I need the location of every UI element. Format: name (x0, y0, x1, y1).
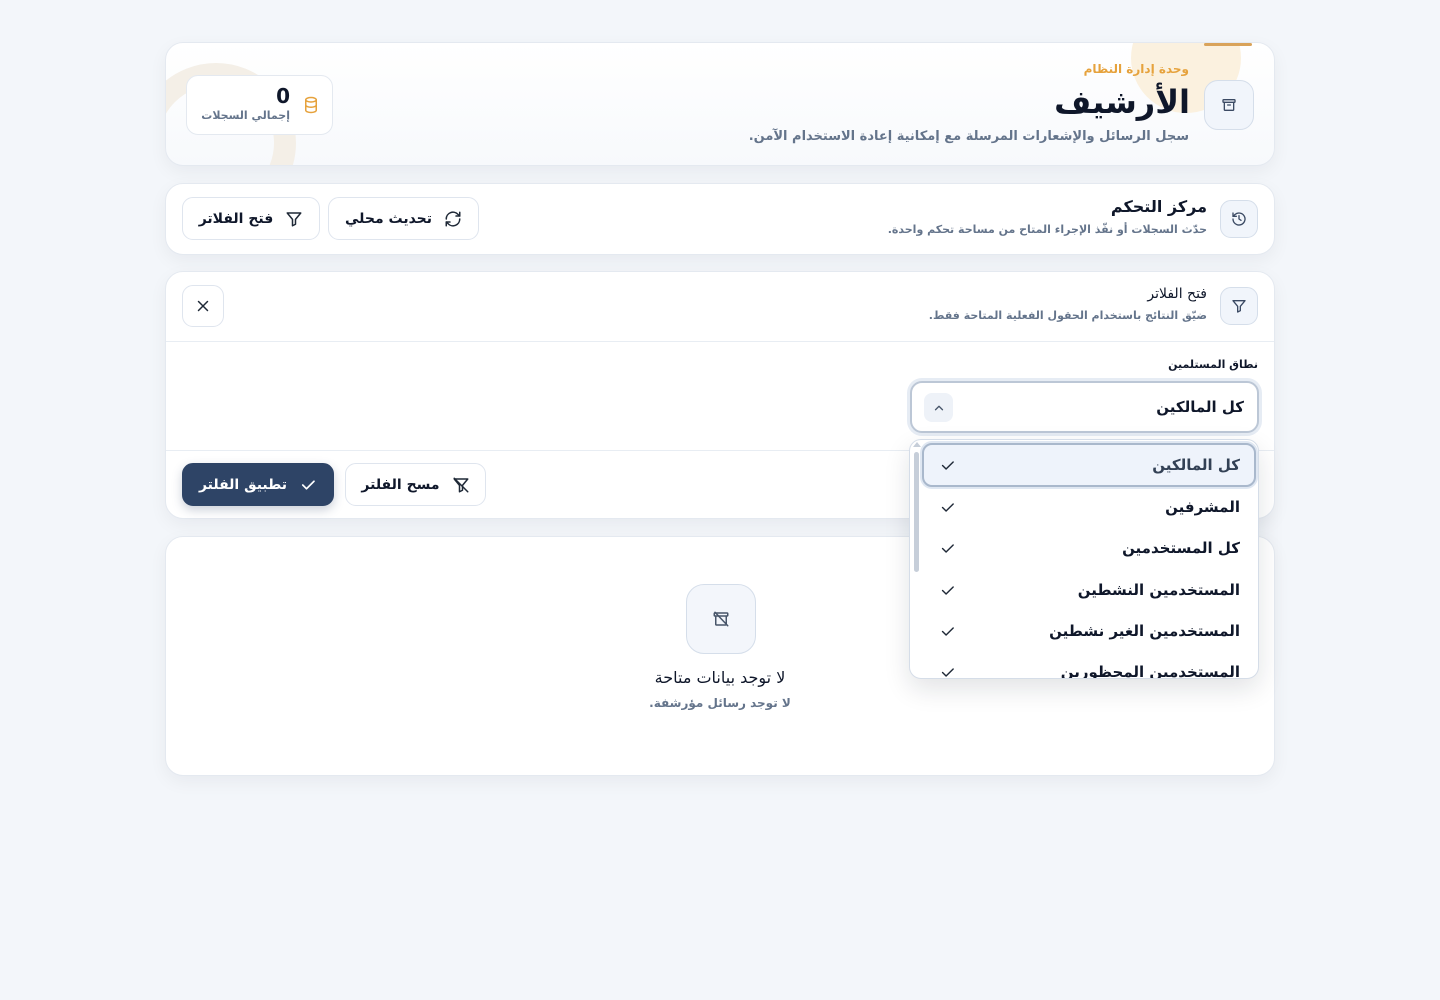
header-kicker: وحدة إدارة النظام (1083, 62, 1189, 76)
filter-off-icon (452, 476, 470, 494)
option-label: كل المالكين (1152, 456, 1240, 474)
option-label: المستخدمين النشطين (1077, 581, 1240, 599)
refresh-button[interactable]: تحديث محلي (328, 197, 479, 240)
database-icon (305, 96, 317, 114)
refresh-icon (444, 210, 462, 228)
option-label: كل المستخدمين (1122, 539, 1240, 557)
option-label: المستخدمين الغير نشطين (1049, 622, 1240, 640)
control-center-title: مركز التحكم (1110, 197, 1207, 216)
control-center: مركز التحكم حدّث السجلات أو نفّذ الإجراء… (165, 183, 1275, 255)
archive-icon (1204, 80, 1254, 130)
apply-filter-button[interactable]: تطبيق الفلتر (182, 463, 334, 506)
recipients-scope-select[interactable]: كل المالكين (910, 381, 1259, 433)
filters-title: فتح الفلاتر (1147, 286, 1207, 302)
decorative-accent-bar (1204, 43, 1252, 46)
close-icon (197, 300, 209, 312)
open-filters-button[interactable]: فتح الفلاتر (182, 197, 320, 240)
option-banned-users[interactable]: المستخدمين المحظورين (922, 650, 1256, 679)
recipients-scope-dropdown[interactable]: كل المالكين المشرفين كل المستخدمين المست… (909, 439, 1259, 679)
scroll-up-arrow[interactable] (913, 442, 921, 447)
dropdown-scrollbar[interactable] (914, 452, 919, 572)
control-center-subtitle: حدّث السجلات أو نفّذ الإجراء المتاح من م… (887, 223, 1207, 236)
total-records-stat: 0 إجمالي السجلات (186, 75, 333, 135)
filter-icon (285, 210, 303, 228)
open-filters-label: فتح الفلاتر (198, 210, 274, 227)
check-icon (299, 476, 317, 494)
filters-divider-top (166, 341, 1274, 342)
recipients-scope-label: نطاق المستلمين (1168, 358, 1258, 371)
clear-filter-label: مسح الفلتر (361, 476, 440, 493)
history-icon (1220, 200, 1258, 238)
select-value: كل المالكين (1156, 398, 1244, 416)
empty-state-subtitle: لا توجد رسائل مؤرشفة. (649, 696, 791, 710)
close-filters-button[interactable] (182, 285, 224, 327)
check-icon (941, 586, 954, 595)
archive-off-icon (686, 584, 756, 654)
page-subtitle: سجل الرسائل والإشعارات المرسلة مع إمكاني… (748, 129, 1189, 144)
filters-subtitle: ضيّق النتائج باستخدام الحقول الفعلية الم… (928, 309, 1207, 322)
check-icon (941, 627, 954, 636)
check-icon (941, 544, 954, 553)
option-all-owners[interactable]: كل المالكين (922, 443, 1256, 487)
option-supervisors[interactable]: المشرفين (922, 485, 1256, 529)
filter-icon (1220, 287, 1258, 325)
check-icon (941, 503, 954, 512)
option-active-users[interactable]: المستخدمين النشطين (922, 568, 1256, 612)
check-icon (941, 461, 954, 470)
apply-filter-label: تطبيق الفلتر (198, 476, 288, 493)
stat-value: 0 (276, 84, 290, 108)
refresh-button-label: تحديث محلي (344, 210, 433, 227)
chevron-up-icon[interactable] (924, 393, 953, 422)
option-all-users[interactable]: كل المستخدمين (922, 526, 1256, 570)
page-title: الأرشيف (1054, 83, 1190, 121)
option-label: المشرفين (1165, 498, 1240, 516)
stat-label: إجمالي السجلات (201, 109, 290, 122)
option-inactive-users[interactable]: المستخدمين الغير نشطين (922, 609, 1256, 653)
clear-filter-button[interactable]: مسح الفلتر (345, 463, 486, 506)
check-icon (941, 668, 954, 677)
page-header: وحدة إدارة النظام الأرشيف سجل الرسائل وا… (165, 42, 1275, 166)
option-label: المستخدمين المحظورين (1060, 663, 1240, 679)
